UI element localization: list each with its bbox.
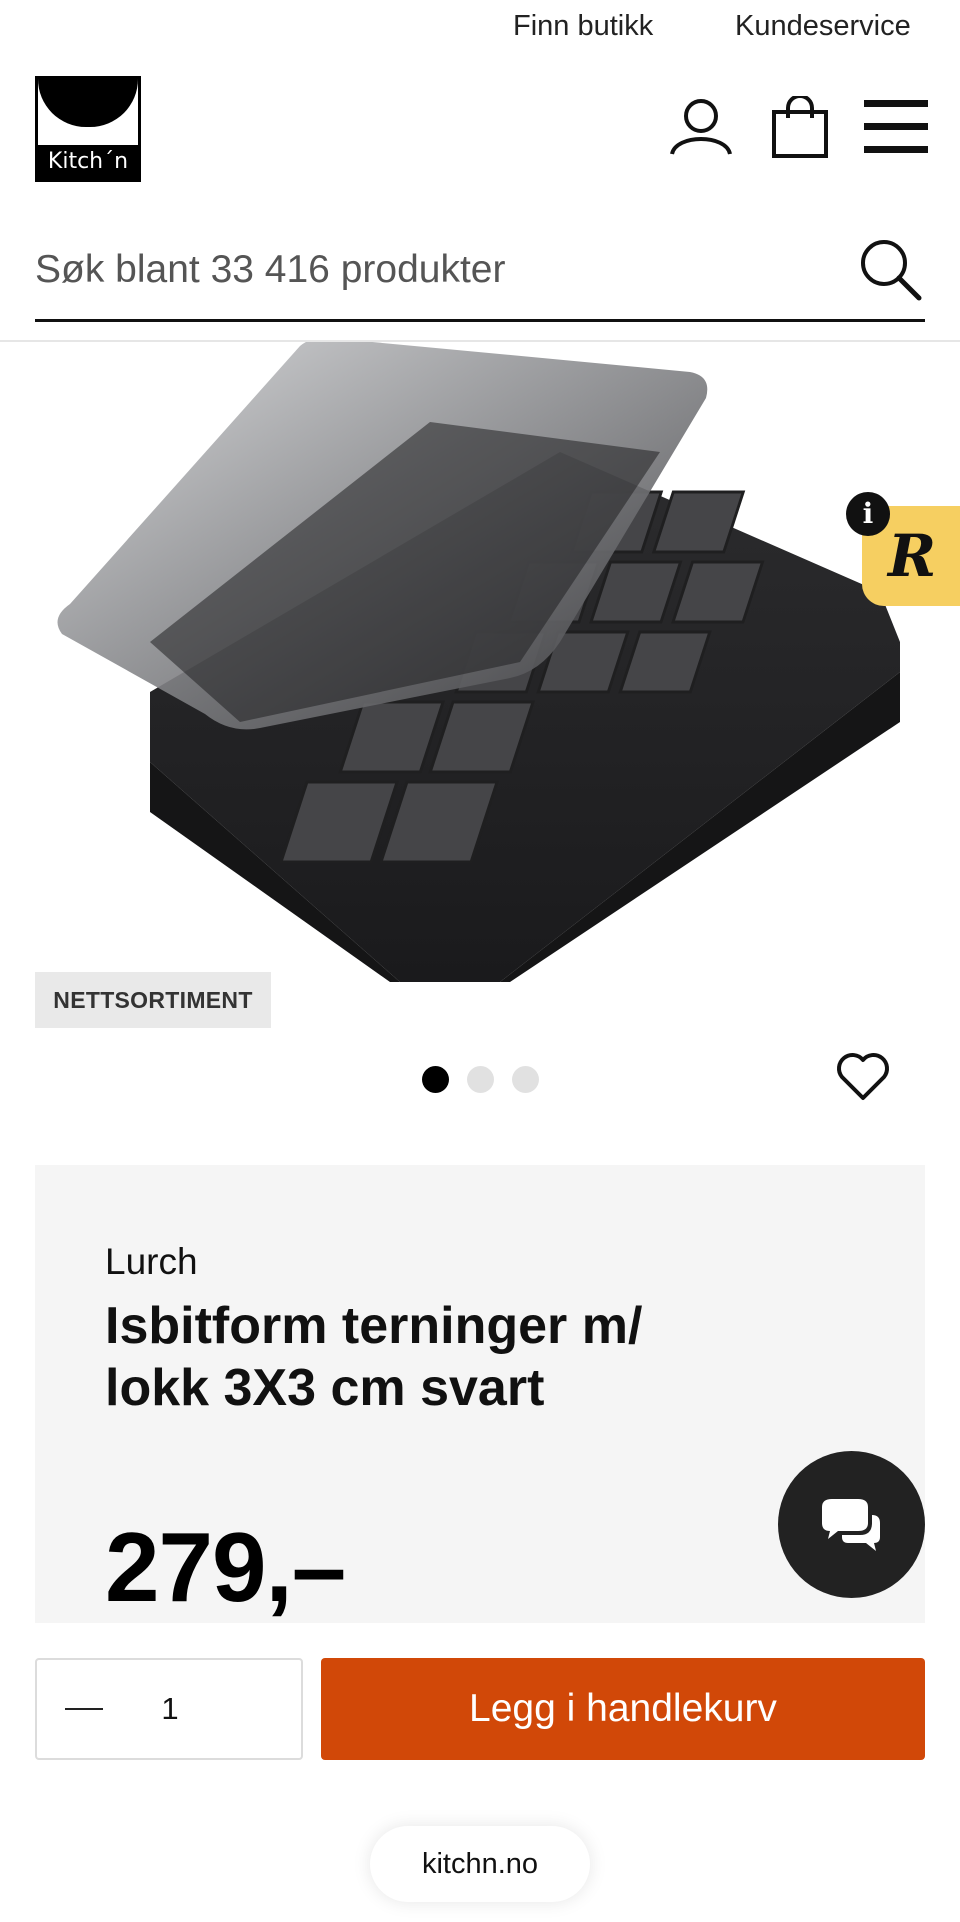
logo-shape [38, 79, 138, 127]
chat-button[interactable] [778, 1451, 925, 1598]
gallery-dot[interactable] [512, 1066, 539, 1093]
minus-icon [65, 1708, 103, 1710]
menu-icon[interactable] [864, 98, 928, 161]
browser-url-pill[interactable]: kitchn.no [370, 1826, 590, 1902]
customer-service-link[interactable]: Kundeservice [735, 10, 911, 43]
add-to-cart-button[interactable]: Legg i handlekurv [321, 1658, 925, 1760]
search-bar [35, 230, 925, 322]
product-price: 279,– [105, 1512, 346, 1622]
product-brand[interactable]: Lurch [105, 1241, 198, 1283]
chat-bubbles-icon [822, 1499, 880, 1551]
info-icon[interactable]: i [846, 492, 890, 536]
quantity-stepper: 1 [35, 1658, 449, 1760]
top-links-bar: Finn butikk Kundeservice [0, 0, 960, 60]
logo-text: Kitch´n [38, 145, 138, 179]
quantity-value[interactable]: 1 [127, 1660, 213, 1758]
search-icon[interactable] [855, 234, 925, 304]
decrease-quantity-button[interactable] [37, 1660, 127, 1758]
find-store-link[interactable]: Finn butikk [513, 10, 653, 43]
shopping-bag-icon[interactable] [770, 94, 830, 165]
heart-icon[interactable] [836, 1052, 890, 1107]
increase-quantity-button[interactable] [213, 1660, 449, 1758]
kitchn-logo[interactable]: Kitch´n [35, 76, 141, 182]
product-title: Isbitform terninger m/ lokk 3X3 cm svart [105, 1297, 643, 1417]
r-logo-icon: R [888, 522, 937, 590]
product-image[interactable] [0, 342, 960, 982]
gallery-pagination [422, 1066, 539, 1093]
gallery-dot[interactable] [422, 1066, 449, 1093]
online-only-badge: NETTSORTIMENT [35, 972, 271, 1028]
user-icon[interactable] [668, 96, 734, 163]
search-input[interactable] [35, 240, 815, 300]
gallery-dot[interactable] [467, 1066, 494, 1093]
